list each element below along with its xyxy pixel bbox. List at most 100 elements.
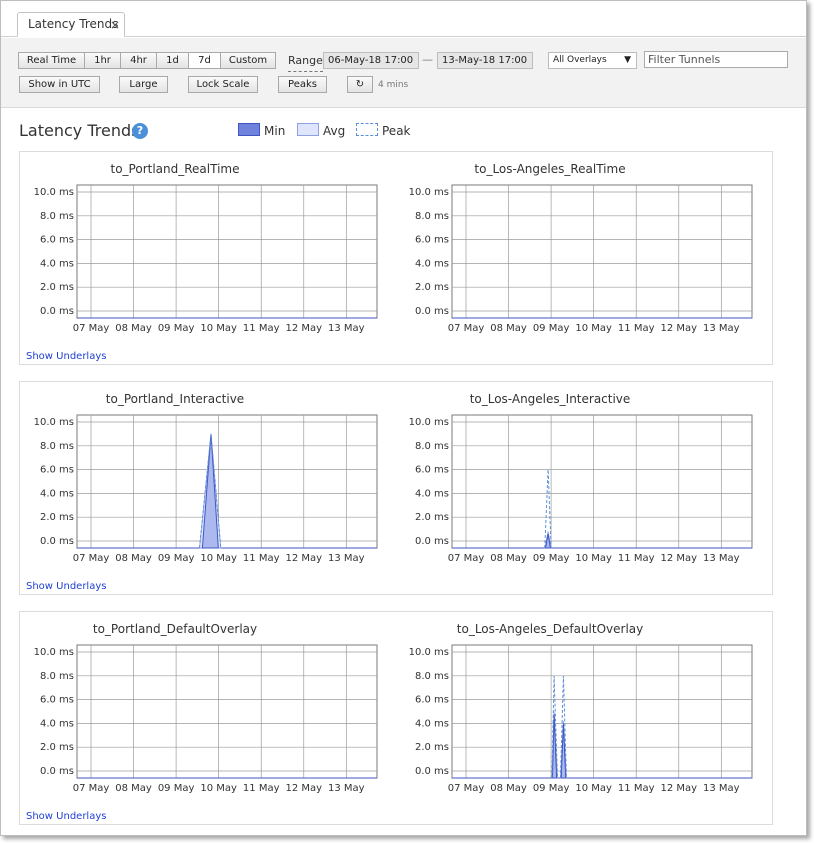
y-tick-label: 8.0 ms: [40, 441, 74, 452]
range-button-custom[interactable]: Custom: [220, 52, 276, 69]
x-tick-label: 12 May: [285, 553, 322, 564]
y-tick-label: 0.0 ms: [40, 306, 74, 317]
latency-trends-window: Latency Trends × Real Time 1hr 4hr 1d 7d Cust…: [0, 0, 807, 836]
chart-title: to_Portland_DefaultOverlay: [92, 622, 258, 636]
range-separator: —: [422, 53, 433, 66]
y-tick-label: 6.0 ms: [40, 465, 74, 476]
latency-chart: 10.0 ms 8.0 ms 6.0 ms 4.0 ms 2.0 ms 0.0 ms 07 …: [409, 184, 753, 334]
x-tick-label: 11 May: [618, 323, 655, 334]
x-tick-label: 07 May: [73, 553, 110, 564]
large-button[interactable]: Large: [119, 76, 168, 93]
show-utc-button[interactable]: Show in UTC: [19, 76, 100, 93]
y-tick-label: 4.0 ms: [415, 718, 449, 729]
y-tick-label: 4.0 ms: [40, 718, 74, 729]
tab-label: Latency Trends: [28, 17, 119, 31]
filter-tunnels-input[interactable]: [644, 51, 788, 68]
legend-min-label: Min: [264, 124, 286, 138]
range-button-7d[interactable]: 7d: [188, 52, 221, 69]
refresh-interval: 4 mins: [378, 80, 409, 90]
y-tick-label: 0.0 ms: [415, 536, 449, 547]
plot-area: [76, 414, 378, 549]
x-tick-label: 13 May: [328, 553, 365, 564]
time-range-selector: Real Time 1hr 4hr 1d 7d Custom: [18, 52, 276, 69]
y-tick-label: 10.0 ms: [409, 647, 449, 658]
y-tick-label: 4.0 ms: [40, 488, 74, 499]
y-tick-label: 8.0 ms: [415, 671, 449, 682]
legend-peak-swatch: [356, 123, 378, 136]
x-tick-label: 11 May: [243, 783, 280, 794]
x-tick-label: 12 May: [660, 553, 697, 564]
range-button-real-time[interactable]: Real Time: [18, 52, 85, 69]
y-tick-label: 6.0 ms: [415, 235, 449, 246]
x-tick-label: 12 May: [285, 323, 322, 334]
y-tick-label: 4.0 ms: [415, 488, 449, 499]
range-label[interactable]: Range: [288, 54, 323, 72]
y-tick-label: 2.0 ms: [40, 512, 74, 523]
x-tick-label: 12 May: [660, 783, 697, 794]
y-tick-label: 8.0 ms: [415, 441, 449, 452]
legend-min-swatch: [238, 123, 260, 136]
latency-chart: 10.0 ms 8.0 ms 6.0 ms 4.0 ms 2.0 ms 0.0 ms 07 …: [409, 644, 753, 794]
y-tick-label: 8.0 ms: [40, 671, 74, 682]
x-tick-label: 13 May: [703, 783, 740, 794]
legend-avg-label: Avg: [323, 124, 346, 138]
plot-area: [451, 414, 753, 549]
range-start-field[interactable]: 06-May-18 17:00: [323, 52, 419, 69]
overlay-select-value: All Overlays: [553, 55, 607, 65]
show-underlays-link[interactable]: Show Underlays: [26, 581, 106, 592]
x-tick-label: 07 May: [73, 783, 110, 794]
y-tick-label: 10.0 ms: [34, 417, 74, 428]
x-tick-label: 09 May: [533, 323, 570, 334]
lock-scale-button[interactable]: Lock Scale: [188, 76, 258, 93]
chevron-down-icon: ▼: [624, 55, 631, 65]
x-tick-label: 10 May: [200, 783, 237, 794]
y-tick-label: 2.0 ms: [40, 282, 74, 293]
x-tick-label: 09 May: [158, 783, 195, 794]
page-title: Latency Trends: [19, 121, 140, 140]
chart-title: to_Los-Angeles_Interactive: [469, 392, 631, 406]
x-tick-label: 10 May: [575, 783, 612, 794]
plot-area: [451, 184, 753, 319]
peaks-button[interactable]: Peaks: [278, 76, 327, 93]
y-tick-label: 6.0 ms: [415, 465, 449, 476]
x-tick-label: 07 May: [448, 323, 485, 334]
x-tick-label: 10 May: [575, 553, 612, 564]
x-tick-label: 07 May: [448, 553, 485, 564]
overlay-select[interactable]: All Overlays ▼: [548, 52, 637, 69]
range-button-4hr[interactable]: 4hr: [120, 52, 157, 69]
x-tick-label: 09 May: [158, 553, 195, 564]
legend-avg-swatch: [297, 123, 319, 136]
plot-area: [451, 644, 753, 779]
x-tick-label: 13 May: [328, 323, 365, 334]
x-tick-label: 08 May: [115, 553, 152, 564]
show-underlays-link[interactable]: Show Underlays: [26, 351, 106, 362]
x-tick-label: 08 May: [490, 553, 527, 564]
y-tick-label: 6.0 ms: [415, 695, 449, 706]
y-tick-label: 0.0 ms: [40, 536, 74, 547]
y-tick-label: 8.0 ms: [40, 211, 74, 222]
x-tick-label: 10 May: [575, 323, 612, 334]
range-end-field[interactable]: 13-May-18 17:00: [437, 52, 533, 69]
range-button-1d[interactable]: 1d: [156, 52, 189, 69]
x-tick-label: 12 May: [660, 323, 697, 334]
x-tick-label: 11 May: [618, 783, 655, 794]
x-tick-label: 09 May: [533, 783, 570, 794]
x-tick-label: 09 May: [158, 323, 195, 334]
y-tick-label: 4.0 ms: [40, 258, 74, 269]
latency-chart: 10.0 ms 8.0 ms 6.0 ms 4.0 ms 2.0 ms 0.0 ms 07 …: [34, 414, 378, 564]
y-tick-label: 0.0 ms: [415, 766, 449, 777]
tab-latency-trends[interactable]: Latency Trends ×: [17, 12, 125, 37]
y-tick-label: 4.0 ms: [415, 258, 449, 269]
close-icon[interactable]: ×: [110, 18, 120, 32]
plot-area: [76, 644, 378, 779]
show-underlays-link[interactable]: Show Underlays: [26, 811, 106, 822]
x-tick-label: 11 May: [243, 323, 280, 334]
x-tick-label: 13 May: [703, 553, 740, 564]
x-tick-label: 11 May: [618, 553, 655, 564]
help-icon[interactable]: ?: [132, 123, 148, 139]
refresh-icon[interactable]: ↻: [347, 76, 373, 93]
x-tick-label: 12 May: [285, 783, 322, 794]
range-button-1hr[interactable]: 1hr: [84, 52, 121, 69]
y-tick-label: 6.0 ms: [40, 235, 74, 246]
x-tick-label: 07 May: [448, 783, 485, 794]
